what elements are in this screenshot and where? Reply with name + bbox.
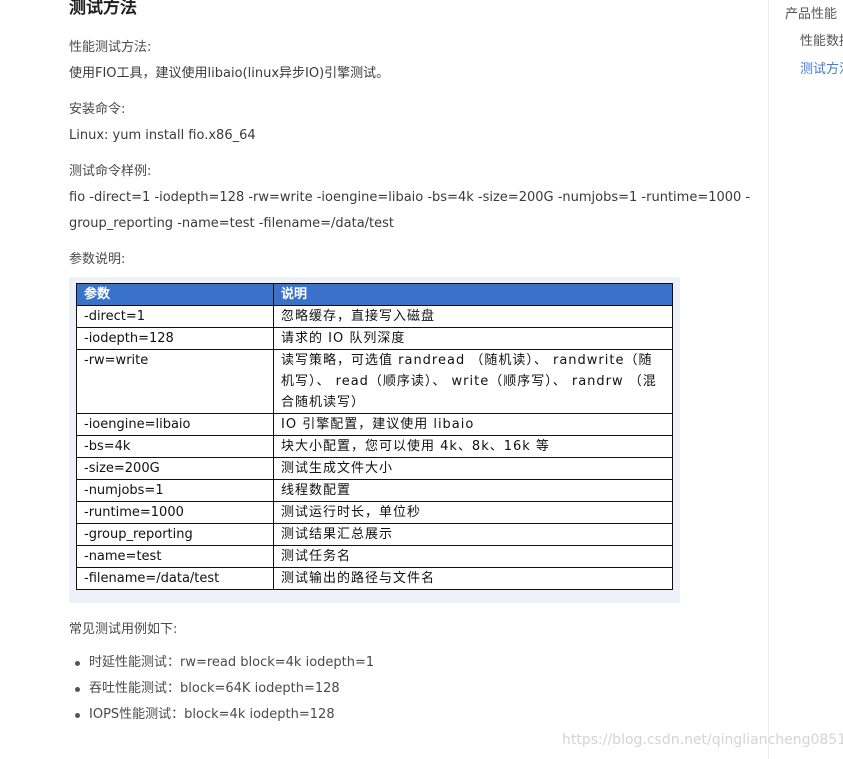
bullet-icon xyxy=(75,661,80,666)
bullet-icon xyxy=(75,687,80,692)
desc-cell: 测试任务名 xyxy=(273,545,673,568)
param-cell: -direct=1 xyxy=(76,305,274,328)
intro-text: 使用FIO工具，建议使用libaio(linux异步IO)引擎测试。 xyxy=(69,66,390,81)
table-row: -name=test 测试任务名 xyxy=(76,545,673,568)
params-table-image: 参数 说明 -direct=1 忽略缓存，直接写入磁盘 -iodepth=128… xyxy=(69,277,680,603)
bullet-icon xyxy=(75,713,80,718)
desc-cell: 块大小配置，您可以使用 4k、8k、16k 等 xyxy=(273,435,673,458)
install-label: 安装命令: xyxy=(69,102,126,117)
toc-item-product-performance[interactable]: 产品性能 xyxy=(785,6,837,24)
table-row: -bs=4k 块大小配置，您可以使用 4k、8k、16k 等 xyxy=(76,435,673,458)
list-item: 吞吐性能测试：block=64K iodepth=128 xyxy=(69,680,374,706)
param-cell: -ioengine=libaio xyxy=(76,413,274,436)
list-item: IOPS性能测试：block=4k iodepth=128 xyxy=(69,706,374,732)
table-row: -size=200G 测试生成文件大小 xyxy=(76,457,673,480)
table-row: -filename=/data/test 测试输出的路径与文件名 xyxy=(76,567,673,590)
install-command: Linux: yum install fio.x86_64 xyxy=(69,128,256,143)
desc-cell: IO 引擎配置，建议使用 libaio xyxy=(273,413,673,436)
table-row: -runtime=1000 测试运行时长，单位秒 xyxy=(76,501,673,524)
cases-list: 时延性能测试：rw=read block=4k iodepth=1 吞吐性能测试… xyxy=(69,654,374,732)
table-of-contents: 产品性能 性能数据 测试方法 xyxy=(768,0,843,759)
table-row: -ioengine=libaio IO 引擎配置，建议使用 libaio xyxy=(76,413,673,436)
desc-cell: 测试结果汇总展示 xyxy=(273,523,673,546)
param-cell: -iodepth=128 xyxy=(76,327,274,350)
desc-cell: 线程数配置 xyxy=(273,479,673,502)
desc-cell: 忽略缓存，直接写入磁盘 xyxy=(273,305,673,328)
param-cell: -filename=/data/test xyxy=(76,567,274,590)
table-header-param: 参数 xyxy=(76,283,274,306)
watermark: https://blog.csdn.net/qingliancheng0851 xyxy=(562,732,843,748)
table-row: -direct=1 忽略缓存，直接写入磁盘 xyxy=(76,305,673,328)
intro-label: 性能测试方法: xyxy=(69,40,152,55)
param-cell: -runtime=1000 xyxy=(76,501,274,524)
list-item-text: 吞吐性能测试：block=64K iodepth=128 xyxy=(89,681,340,696)
table-row: -numjobs=1 线程数配置 xyxy=(76,479,673,502)
param-cell: -rw=write xyxy=(76,349,274,414)
table-header-desc: 说明 xyxy=(273,283,673,306)
desc-cell: 测试生成文件大小 xyxy=(273,457,673,480)
desc-cell: 测试运行时长，单位秒 xyxy=(273,501,673,524)
desc-cell: 读写策略，可选值 randread （随机读）、 randwrite（随机写）、… xyxy=(273,349,673,414)
toc-item-test-method[interactable]: 测试方法 xyxy=(800,61,843,79)
desc-cell: 请求的 IO 队列深度 xyxy=(273,327,673,350)
param-cell: -numjobs=1 xyxy=(76,479,274,502)
cases-label: 常见测试用例如下: xyxy=(69,622,178,637)
list-item: 时延性能测试：rw=read block=4k iodepth=1 xyxy=(69,654,374,680)
page-title: 测试方法 xyxy=(69,0,137,18)
param-cell: -size=200G xyxy=(76,457,274,480)
example-command-line-2: group_reporting -name=test -filename=/da… xyxy=(69,216,394,231)
list-item-text: IOPS性能测试：block=4k iodepth=128 xyxy=(89,707,335,722)
params-label: 参数说明: xyxy=(69,252,126,267)
list-item-text: 时延性能测试：rw=read block=4k iodepth=1 xyxy=(89,655,375,670)
table-row: -group_reporting 测试结果汇总展示 xyxy=(76,523,673,546)
article-page: 测试方法 性能测试方法: 使用FIO工具，建议使用libaio(linux异步I… xyxy=(0,0,843,759)
params-table: 参数 说明 -direct=1 忽略缓存，直接写入磁盘 -iodepth=128… xyxy=(76,283,673,590)
param-cell: -bs=4k xyxy=(76,435,274,458)
table-row: -iodepth=128 请求的 IO 队列深度 xyxy=(76,327,673,350)
table-row: -rw=write 读写策略，可选值 randread （随机读）、 randw… xyxy=(76,349,673,414)
table-header-row: 参数 说明 xyxy=(76,283,673,306)
toc-item-performance-data[interactable]: 性能数据 xyxy=(800,33,843,51)
example-command-line-1: fio -direct=1 -iodepth=128 -rw=write -io… xyxy=(69,190,751,205)
param-cell: -group_reporting xyxy=(76,523,274,546)
param-cell: -name=test xyxy=(76,545,274,568)
example-label: 测试命令样例: xyxy=(69,164,152,179)
desc-cell: 测试输出的路径与文件名 xyxy=(273,567,673,590)
